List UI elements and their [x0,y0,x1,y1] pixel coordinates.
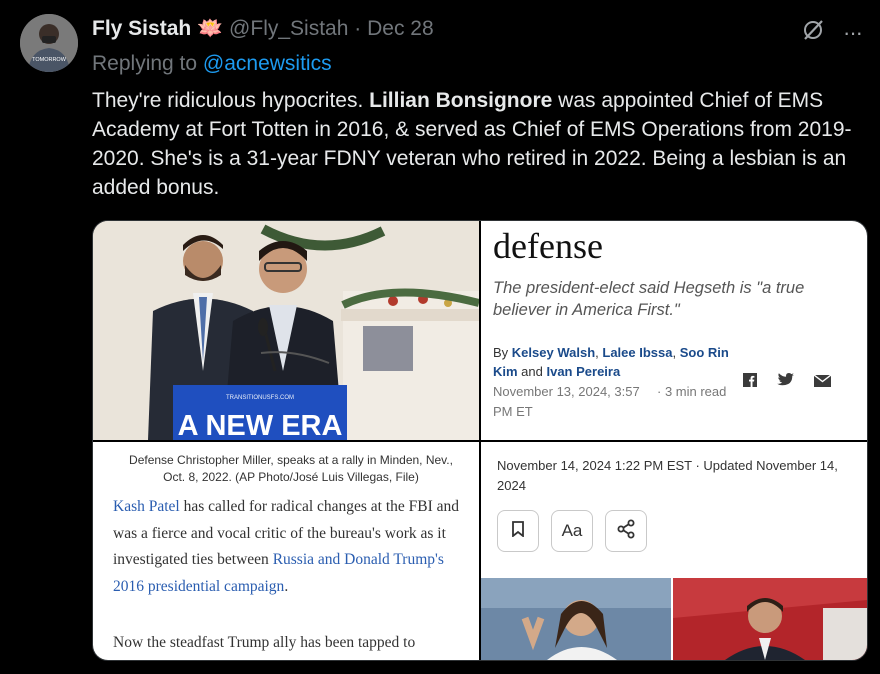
byline-sep: , [672,345,680,360]
article-date: November 13, 2024, 3:57 PM ET [493,384,640,419]
byline-by: By [493,345,509,360]
author-link[interactable]: Lalee Ibssa [602,345,672,360]
tweet-date[interactable]: Dec 28 [367,17,434,40]
media-image-1[interactable]: TRANSITIONUSFS.COM A NEW ERA [93,221,479,440]
article-read-time: · 3 min read [657,384,727,399]
tweet-top-actions: ··· [801,18,863,47]
article-tools: Aa [497,510,647,552]
more-icon[interactable]: ··· [843,20,863,46]
article-updated-date: November 14, 2024 1:22 PM EST · Updated … [497,458,838,493]
media-grid: TRANSITIONUSFS.COM A NEW ERA defense The… [92,220,868,661]
media-image-4[interactable]: November 14, 2024 1:22 PM EST · Updated … [481,442,867,660]
photo-woman-speaker [481,578,671,660]
article-byline: By Kelsey Walsh, Lalee Ibssa, Soo Rin Ki… [493,343,753,381]
bookmark-button[interactable] [497,510,539,552]
facebook-icon[interactable] [743,373,757,392]
podium-sign-url: TRANSITIONUSFS.COM [226,395,294,401]
media-image-2[interactable]: defense The president-elect said Hegseth… [481,221,867,440]
font-size-button[interactable]: Aa [551,510,593,552]
grok-icon[interactable] [801,18,825,47]
article-paragraph-2: Now the steadfast Trump ally has been ta… [113,634,416,651]
avatar-shirt-text: TOMORROW [32,57,67,63]
author-link[interactable]: Ivan Pereira [546,364,620,379]
replying-to: Replying to @acnewsitics [92,52,332,76]
lotus-emoji: 🪷 [197,17,224,40]
tweet-header: Fly Sistah 🪷 @Fly_Sistah · Dec 28 [92,16,434,42]
article-text-end: . [284,577,289,595]
display-name[interactable]: Fly Sistah [92,17,191,40]
article-dek: The president-elect said Hegseth is "a t… [493,279,805,319]
share-icons [743,373,832,392]
share-button[interactable] [605,510,647,552]
tweet-text-before: They're ridiculous hypocrites. [92,89,370,112]
tweet-text-bold: Lillian Bonsignore [369,89,553,112]
twitter-icon[interactable] [777,373,794,392]
email-icon[interactable] [813,373,832,392]
bookmark-icon [512,520,524,542]
photo-caption: Defense Christopher Miller, speaks at a … [129,453,453,484]
article-heading: defense [493,226,603,266]
byline-and: and [517,364,547,379]
header-separator: · [354,17,362,40]
share-icon [616,519,636,544]
photo-man-speaker [673,578,867,660]
tweet-text: They're ridiculous hypocrites. Lillian B… [92,86,862,202]
media-image-3[interactable]: Defense Christopher Miller, speaks at a … [93,442,479,660]
author-link[interactable]: Kelsey Walsh [512,345,595,360]
podium-sign-text: A NEW ERA [178,410,343,440]
article-paragraph: Kash Patel has called for radical change… [113,494,463,600]
replying-to-link[interactable]: @acnewsitics [203,52,332,75]
font-size-label: Aa [561,521,583,540]
avatar[interactable]: TOMORROW [20,14,78,72]
user-handle[interactable]: @Fly_Sistah [229,17,348,40]
replying-prefix: Replying to [92,52,198,75]
article-link-kash-patel[interactable]: Kash Patel [113,498,180,515]
